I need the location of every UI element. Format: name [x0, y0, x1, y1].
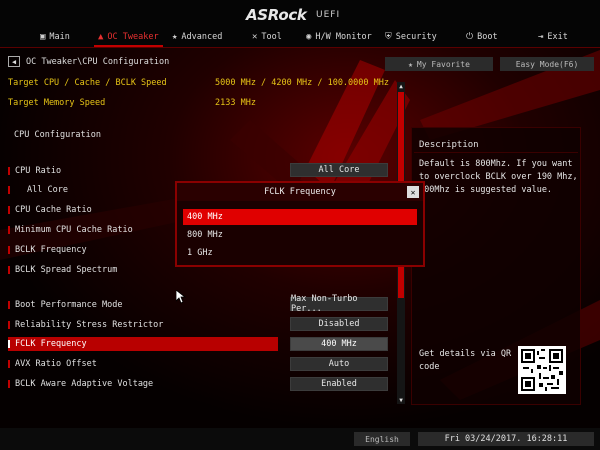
- tab-boot[interactable]: ⏻ Boot: [466, 28, 498, 45]
- tab-hw-monitor-label: H/W Monitor: [315, 31, 372, 42]
- qr-code: [518, 346, 566, 394]
- tab-exit[interactable]: ⇥ Exit: [538, 28, 568, 45]
- setting-label: FCLK Frequency: [15, 339, 87, 349]
- scroll-down-arrow-icon[interactable]: ▼: [397, 396, 405, 404]
- easy-mode-button[interactable]: Easy Mode(F6): [500, 57, 594, 71]
- fclk-frequency-popup: FCLK Frequency ✕ 400 MHz 800 MHz 1 GHz: [175, 181, 425, 267]
- breadcrumb: ◀ OC Tweaker\CPU Configuration: [8, 55, 169, 68]
- setting-row-selected[interactable]: FCLK Frequency: [8, 337, 87, 351]
- description-title: Description: [419, 140, 479, 150]
- tweaker-icon: ▲: [98, 31, 104, 42]
- datetime-display: Fri 03/24/2017. 16:28:11: [418, 432, 594, 446]
- easy-mode-label: Easy Mode(F6): [515, 59, 579, 69]
- row-indicator: [8, 380, 10, 388]
- row-indicator: [8, 360, 10, 368]
- header-divider: [0, 47, 600, 48]
- setting-row[interactable]: All Core: [8, 183, 68, 197]
- tab-main-label: Main: [49, 31, 70, 42]
- boot-performance-mode-value[interactable]: Max Non-Turbo Per...: [290, 294, 388, 314]
- row-indicator: [8, 206, 10, 214]
- row-indicator: [8, 266, 10, 274]
- setting-label: Boot Performance Mode: [15, 300, 123, 310]
- reliability-stress-value[interactable]: Disabled: [290, 317, 388, 331]
- language-button[interactable]: English: [354, 432, 410, 446]
- description-panel: Description Default is 800Mhz. If you wa…: [411, 127, 581, 405]
- tab-advanced[interactable]: ★ Advanced: [172, 28, 222, 45]
- exit-icon: ⇥: [538, 31, 544, 42]
- setting-label: Reliability Stress Restrictor: [15, 320, 164, 330]
- monitor-icon: ▣: [40, 31, 46, 42]
- section-title: CPU Configuration: [14, 130, 101, 140]
- setting-row[interactable]: BCLK Frequency: [8, 243, 87, 257]
- popup-option-400mhz[interactable]: 400 MHz: [183, 209, 417, 225]
- setting-label: BCLK Aware Adaptive Voltage: [15, 379, 154, 389]
- avx-ratio-offset-value[interactable]: Auto: [290, 357, 388, 371]
- close-icon[interactable]: ✕: [407, 186, 419, 198]
- tab-tool-label: Tool: [261, 31, 282, 42]
- setting-row[interactable]: BCLK Aware Adaptive Voltage: [8, 377, 153, 391]
- qr-code-icon: [521, 349, 563, 391]
- tab-main[interactable]: ▣ Main: [40, 28, 70, 45]
- my-favorite-button[interactable]: ★ My Favorite: [385, 57, 493, 71]
- target-memory-speed-label: Target Memory Speed: [8, 98, 106, 108]
- mouse-cursor-icon: [176, 290, 186, 304]
- hw-monitor-icon: ◉: [306, 31, 312, 42]
- row-indicator: [8, 340, 10, 348]
- row-indicator: [8, 186, 10, 194]
- setting-label: BCLK Spread Spectrum: [15, 265, 118, 275]
- setting-row[interactable]: CPU Cache Ratio: [8, 203, 92, 217]
- power-icon: ⏻: [466, 31, 474, 42]
- setting-label: CPU Cache Ratio: [15, 205, 92, 215]
- popup-option-800mhz[interactable]: 800 MHz: [183, 227, 417, 243]
- setting-row[interactable]: Minimum CPU Cache Ratio: [8, 223, 133, 237]
- my-favorite-label: My Favorite: [416, 59, 470, 69]
- tab-oc-tweaker[interactable]: ▲ OC Tweaker: [94, 28, 163, 47]
- description-divider: [414, 152, 578, 153]
- qr-details-text: Get details via QR code: [419, 349, 512, 372]
- fclk-frequency-value[interactable]: 400 MHz: [290, 337, 388, 351]
- row-indicator: [8, 301, 10, 309]
- favorite-star-icon: ★: [408, 59, 413, 69]
- shield-icon: ⛨: [385, 31, 392, 42]
- tab-security-label: Security: [395, 31, 437, 42]
- back-arrow-icon[interactable]: ◀: [8, 56, 20, 67]
- tab-oc-tweaker-label: OC Tweaker: [107, 31, 159, 42]
- asrock-logo: ASRock: [246, 6, 307, 24]
- setting-label: AVX Ratio Offset: [15, 359, 97, 369]
- popup-option-1ghz[interactable]: 1 GHz: [183, 245, 417, 261]
- setting-row[interactable]: BCLK Spread Spectrum: [8, 263, 117, 277]
- cpu-ratio-value[interactable]: All Core: [290, 163, 388, 177]
- row-indicator: [8, 246, 10, 254]
- setting-label: BCLK Frequency: [15, 245, 87, 255]
- target-memory-speed-value: 2133 MHz: [215, 98, 256, 108]
- setting-label: Minimum CPU Cache Ratio: [15, 225, 133, 235]
- tab-hw-monitor[interactable]: ◉ H/W Monitor: [306, 28, 372, 45]
- target-cpu-speed-value: 5000 MHz / 4200 MHz / 100.0000 MHz: [215, 78, 389, 88]
- setting-label: All Core: [27, 185, 68, 195]
- setting-row[interactable]: Reliability Stress Restrictor: [8, 318, 163, 332]
- tab-advanced-label: Advanced: [181, 31, 223, 42]
- star-icon: ★: [172, 31, 178, 42]
- popup-title: FCLK Frequency: [177, 183, 423, 201]
- main-nav: ▣ Main ▲ OC Tweaker ★ Advanced ✕ Tool ◉ …: [0, 28, 600, 47]
- row-indicator: [8, 226, 10, 234]
- row-indicator: [8, 321, 10, 329]
- breadcrumb-text: OC Tweaker\CPU Configuration: [26, 56, 170, 67]
- row-indicator: [8, 167, 10, 175]
- target-cpu-speed-label: Target CPU / Cache / BCLK Speed: [8, 78, 167, 88]
- description-body: Default is 800Mhz. If you want to overcl…: [419, 159, 578, 195]
- tools-icon: ✕: [252, 31, 258, 42]
- setting-row[interactable]: Boot Performance Mode: [8, 298, 122, 312]
- tab-security[interactable]: ⛨ Security: [385, 28, 437, 45]
- setting-row[interactable]: CPU Ratio: [8, 164, 61, 178]
- tab-exit-label: Exit: [547, 31, 568, 42]
- bclk-aware-adaptive-voltage-value[interactable]: Enabled: [290, 377, 388, 391]
- setting-row[interactable]: AVX Ratio Offset: [8, 357, 97, 371]
- tab-boot-label: Boot: [477, 31, 498, 42]
- setting-label: CPU Ratio: [15, 166, 62, 176]
- tab-tool[interactable]: ✕ Tool: [252, 28, 282, 45]
- uefi-label: UEFI: [316, 10, 341, 20]
- scroll-up-arrow-icon[interactable]: ▲: [397, 82, 405, 90]
